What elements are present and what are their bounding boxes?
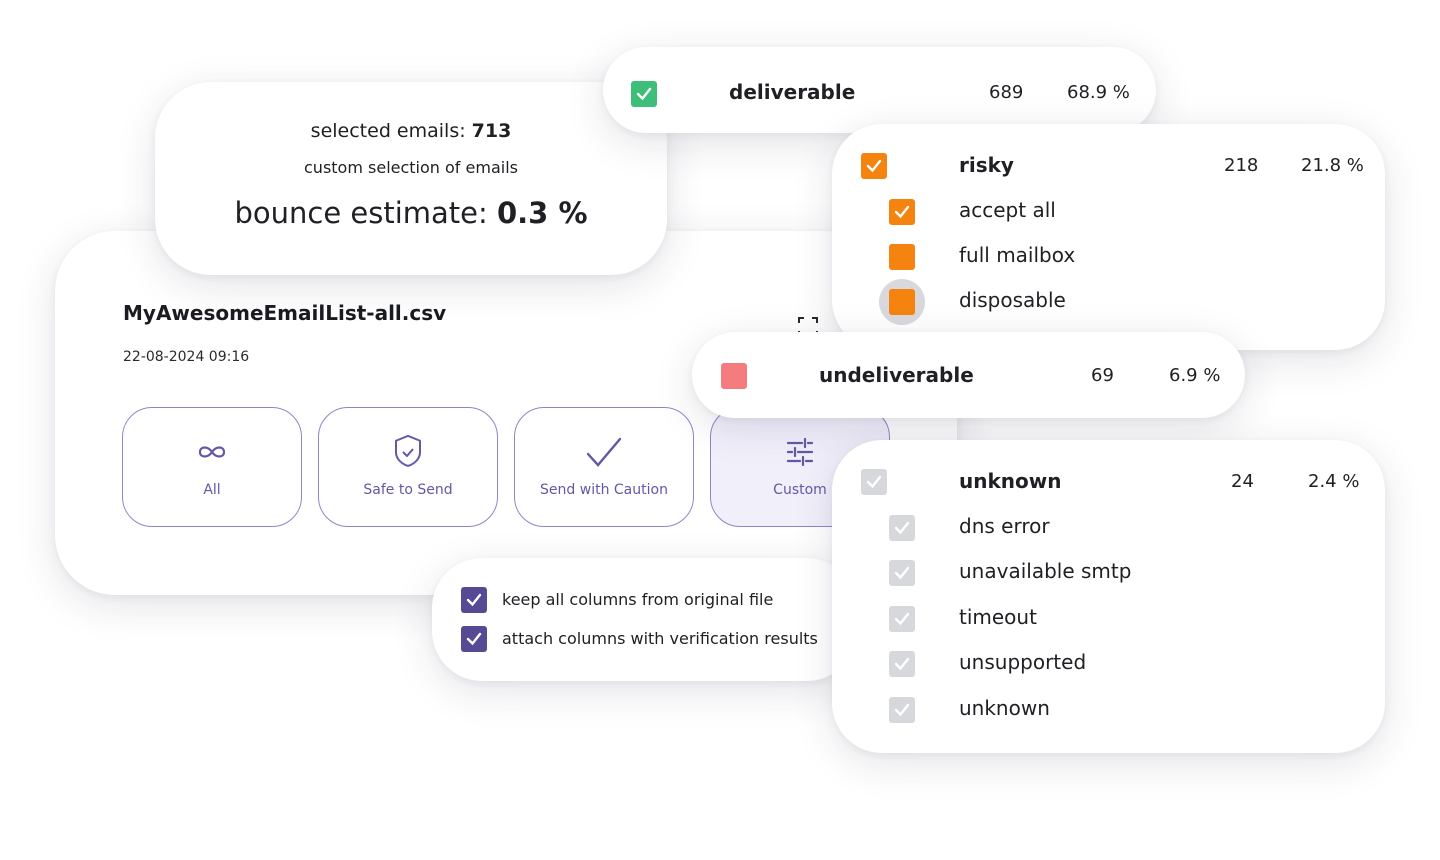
filter-all-label: All (203, 482, 221, 498)
timeout-checkbox[interactable] (889, 606, 915, 632)
filter-safe-to-send-button[interactable]: Safe to Send (318, 407, 498, 527)
checkmark-icon (515, 434, 693, 470)
selected-emails-line: selected emails: 713 (155, 120, 667, 142)
unknown-sub-checkbox[interactable] (889, 697, 915, 723)
selected-emails-label: selected emails: (310, 120, 472, 142)
deliverable-checkbox[interactable] (631, 81, 657, 107)
risky-checkbox[interactable] (861, 153, 887, 179)
undeliverable-checkbox[interactable] (721, 363, 747, 389)
selected-emails-count: 713 (471, 120, 512, 142)
risky-label: risky (959, 153, 1014, 177)
unavailable-smtp-label: unavailable smtp (959, 559, 1132, 583)
unknown-sub-label: unknown (959, 696, 1050, 720)
selection-type: custom selection of emails (304, 158, 518, 177)
keep-columns-label: keep all columns from original file (502, 590, 774, 609)
dns-error-checkbox[interactable] (889, 515, 915, 541)
undeliverable-percent: 6.9 % (1169, 365, 1221, 386)
filter-all-button[interactable]: All (122, 407, 302, 527)
unknown-count: 24 (1231, 471, 1254, 492)
keep-columns-checkbox[interactable] (461, 587, 487, 613)
infinity-icon (123, 434, 301, 470)
risky-group: risky 218 21.8 % accept all full mailbox… (832, 124, 1385, 350)
undeliverable-label: undeliverable (819, 363, 974, 387)
deliverable-count: 689 (989, 82, 1024, 103)
filter-caution-label: Send with Caution (540, 482, 668, 498)
bounce-estimate-label: bounce estimate: (234, 196, 497, 230)
dns-error-label: dns error (959, 514, 1050, 538)
unknown-label: unknown (959, 469, 1062, 493)
full-mailbox-checkbox[interactable] (889, 244, 915, 270)
undeliverable-row: undeliverable 69 6.9 % (692, 332, 1245, 418)
filter-send-with-caution-button[interactable]: Send with Caution (514, 407, 694, 527)
timeout-label: timeout (959, 605, 1037, 629)
deliverable-row: deliverable 689 68.9 % (603, 47, 1156, 133)
deliverable-percent: 68.9 % (1067, 82, 1130, 103)
risky-percent: 21.8 % (1301, 155, 1364, 176)
risky-count: 218 (1224, 155, 1259, 176)
file-name: MyAwesomeEmailList-all.csv (123, 301, 447, 325)
deliverable-label: deliverable (729, 80, 856, 104)
filter-safe-label: Safe to Send (363, 482, 453, 498)
disposable-label: disposable (959, 288, 1066, 312)
unknown-percent: 2.4 % (1308, 471, 1360, 492)
unsupported-label: unsupported (959, 650, 1087, 674)
attach-columns-checkbox[interactable] (461, 626, 487, 652)
unknown-group: unknown 24 2.4 % dns error unavailable s… (832, 440, 1385, 753)
unavailable-smtp-checkbox[interactable] (889, 560, 915, 586)
shield-check-icon (319, 434, 497, 470)
undeliverable-count: 69 (1091, 365, 1114, 386)
accept-all-label: accept all (959, 198, 1056, 222)
file-date: 22-08-2024 09:16 (123, 349, 250, 365)
columns-options-card: keep all columns from original file atta… (432, 558, 857, 681)
bounce-estimate-value: 0.3 % (496, 196, 588, 230)
attach-columns-label: attach columns with verification results (502, 629, 818, 648)
unknown-checkbox[interactable] (861, 469, 887, 495)
bounce-estimate-line: bounce estimate: 0.3 % (155, 196, 667, 230)
full-mailbox-label: full mailbox (959, 243, 1076, 267)
unsupported-checkbox[interactable] (889, 651, 915, 677)
accept-all-checkbox[interactable] (889, 199, 915, 225)
disposable-checkbox[interactable] (889, 289, 915, 315)
estimate-card: selected emails: 713 custom selection of… (155, 82, 667, 275)
